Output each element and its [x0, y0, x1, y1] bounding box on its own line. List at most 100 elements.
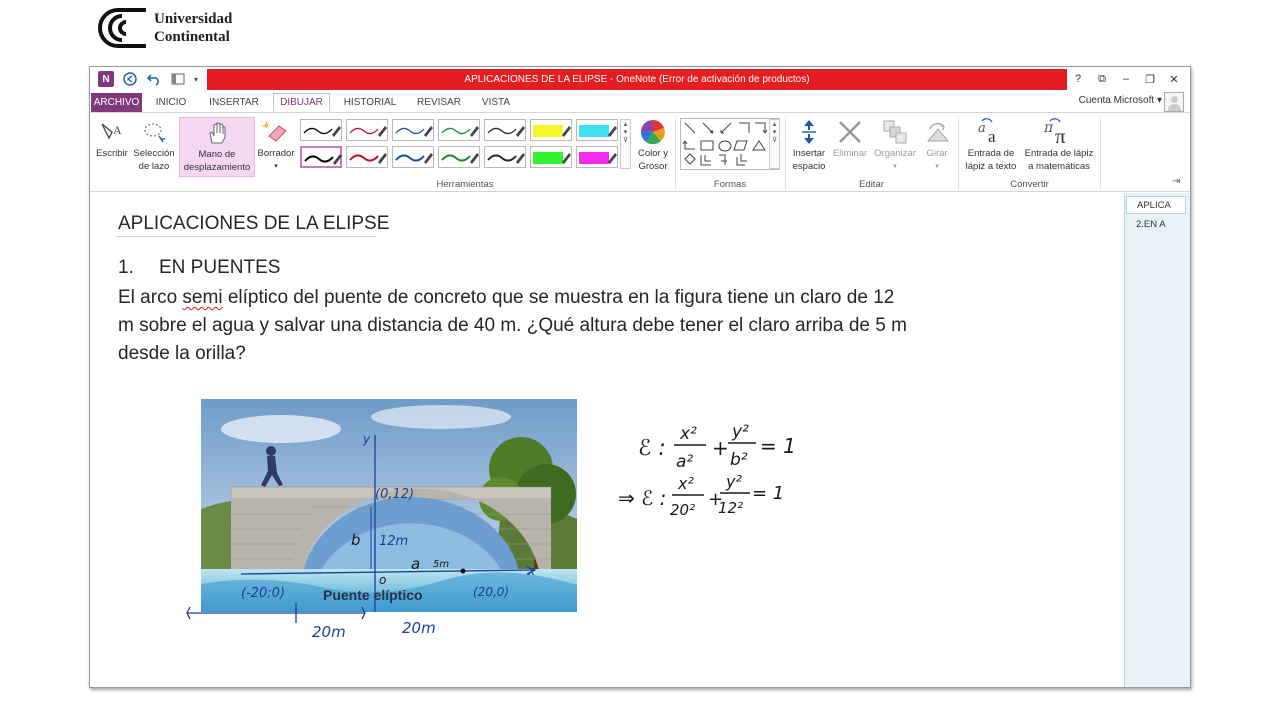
pen-swatch[interactable]: [392, 146, 434, 168]
page-tab-en-a[interactable]: 2.EN A: [1126, 215, 1186, 233]
pen-swatch[interactable]: [530, 119, 572, 141]
svg-text:x²: x²: [679, 424, 697, 444]
page-tab-aplica[interactable]: APLICA: [1126, 196, 1186, 214]
ink-to-text-button[interactable]: aa Entrada de lápiz a texto: [962, 117, 1020, 173]
ink-to-math-label: Entrada de lápiz a matemáticas: [1024, 148, 1094, 172]
pen-icon: [303, 126, 341, 137]
pen-swatch[interactable]: [484, 119, 526, 141]
page-title[interactable]: APLICACIONES DE LA ELIPSE: [118, 213, 389, 235]
color-thickness-button[interactable]: Color y Grosor: [635, 117, 671, 173]
section-heading[interactable]: 1. EN PUENTES: [118, 257, 280, 279]
pen-icon: [441, 126, 479, 137]
borrador-button[interactable]: Borrador ▾: [256, 117, 296, 173]
pen-swatch[interactable]: [576, 146, 618, 168]
group-separator: [675, 117, 676, 189]
account-menu[interactable]: Cuenta Microsoft ▾: [1079, 95, 1162, 106]
insert-space-label: Insertar espacio: [792, 148, 826, 172]
title-bar: N ▾ APLICACIONES DE LA ELIPSE - OneNote …: [90, 67, 1190, 91]
ink-to-math-button[interactable]: ππ Entrada de lápiz a matemáticas: [1021, 117, 1097, 173]
borrador-dropdown-icon[interactable]: ▾: [256, 160, 296, 173]
collapse-ribbon-icon[interactable]: ⇥: [1172, 176, 1180, 187]
pen-icon: [441, 153, 479, 164]
lasso-icon: [130, 117, 178, 147]
help-button[interactable]: ?: [1066, 69, 1090, 89]
figure-x-axis-label: x: [527, 564, 536, 578]
tab-dibujar[interactable]: DIBUJAR: [273, 93, 330, 112]
back-icon[interactable]: [120, 69, 140, 89]
minimize-button[interactable]: –: [1114, 69, 1138, 89]
problem-statement[interactable]: El arco semi elíptico del puente de conc…: [118, 284, 908, 368]
ink-to-text-icon: aa: [962, 117, 1020, 147]
pen-gallery-scroll[interactable]: ▴ ▾ ⊽: [620, 119, 631, 169]
bridge-figure[interactable]: (0,12) b 12m a 5m o (-20;0) (20,0) Puent…: [201, 399, 577, 612]
ink-to-text-label: Entrada de lápiz a texto: [965, 148, 1017, 172]
pen-swatch[interactable]: [346, 146, 388, 168]
pan-hand-button[interactable]: Mano de desplazamiento: [179, 117, 255, 177]
svg-text:x²: x²: [677, 474, 694, 493]
pen-swatch[interactable]: [484, 146, 526, 168]
pen-swatch[interactable]: [346, 119, 388, 141]
tab-vista[interactable]: VISTA: [474, 93, 518, 112]
maximize-button[interactable]: ❐: [1138, 69, 1162, 89]
undo-icon[interactable]: [144, 69, 164, 89]
lasso-select-button[interactable]: Selección de lazo: [130, 117, 178, 173]
pen-swatch[interactable]: [300, 119, 342, 141]
pen-icon: [304, 154, 342, 165]
ribbon-display-button[interactable]: ⧉: [1090, 69, 1114, 89]
note-page[interactable]: APLICACIONES DE LA ELIPSE 1. EN PUENTES E…: [90, 193, 1124, 687]
customize-qat-icon[interactable]: ▾: [192, 69, 200, 89]
university-logo-icon: [98, 8, 146, 48]
pen-gallery: [300, 119, 632, 169]
window-title: APLICACIONES DE LA ELIPSE - OneNote (Err…: [207, 69, 1067, 90]
tab-archivo[interactable]: ARCHIVO: [91, 93, 142, 112]
account-label: Cuenta Microsoft: [1078, 95, 1155, 106]
pen-icon: [487, 126, 525, 137]
pen-swatch[interactable]: [438, 119, 480, 141]
group-separator: [958, 117, 959, 189]
girar-dropdown-icon[interactable]: ▾: [920, 160, 954, 173]
pen-swatch[interactable]: [392, 119, 434, 141]
insert-space-button[interactable]: Insertar espacio: [789, 117, 829, 173]
onenote-app-icon[interactable]: N: [96, 69, 116, 89]
svg-text:a: a: [978, 121, 986, 136]
pen-swatch[interactable]: [300, 146, 342, 168]
svg-text:π: π: [1043, 120, 1054, 136]
window-controls: ? ⧉ – ❐ ✕: [1066, 69, 1186, 89]
eraser-icon: [256, 117, 296, 147]
problem-prefix: El arco: [118, 287, 183, 308]
tab-historial[interactable]: HISTORIAL: [336, 93, 404, 112]
organizar-button[interactable]: Organizar ▾: [871, 117, 919, 173]
pen-swatch[interactable]: [438, 146, 480, 168]
escribir-button[interactable]: A Escribir: [94, 117, 130, 160]
pen-swatch[interactable]: [576, 119, 618, 141]
shapes-gallery-scroll[interactable]: ▴ ▾ ⊽: [769, 119, 780, 169]
organizar-dropdown-icon[interactable]: ▾: [871, 160, 919, 173]
group-separator: [785, 117, 786, 189]
spellcheck-word[interactable]: semi: [182, 287, 222, 308]
tab-insertar[interactable]: INSERTAR: [202, 93, 266, 112]
figure-height-label: 12m: [379, 534, 408, 549]
svg-text:π: π: [1055, 124, 1066, 146]
tab-inicio[interactable]: INICIO: [146, 93, 196, 112]
equation-2: ⇒ ℰ : x² 20² + y² 12² = 1: [618, 472, 784, 519]
svg-text:a²: a²: [676, 452, 693, 472]
pen-icon: [533, 152, 571, 164]
section-number: 1.: [118, 257, 134, 278]
girar-button[interactable]: Girar ▾: [920, 117, 954, 173]
dock-icon[interactable]: [168, 69, 188, 89]
pen-swatch[interactable]: [530, 146, 572, 168]
editar-group-label: Editar: [859, 179, 884, 190]
pen-icon: [395, 126, 433, 137]
problem-rest: elíptico del puente de concreto que se m…: [118, 287, 907, 364]
close-button[interactable]: ✕: [1162, 69, 1186, 89]
figure-5m-label: 5m: [433, 559, 449, 570]
avatar[interactable]: [1164, 92, 1184, 112]
figure-right-point: (20,0): [473, 585, 509, 599]
eliminar-button[interactable]: Eliminar: [830, 117, 870, 160]
figure-origin-label: o: [379, 573, 386, 587]
convertir-group-label: Convertir: [1010, 179, 1049, 190]
svg-text:a: a: [988, 127, 996, 146]
pen-text-icon: A: [94, 117, 130, 147]
tab-revisar[interactable]: REVISAR: [410, 93, 468, 112]
shapes-gallery[interactable]: ▴ ▾ ⊽: [680, 118, 780, 170]
